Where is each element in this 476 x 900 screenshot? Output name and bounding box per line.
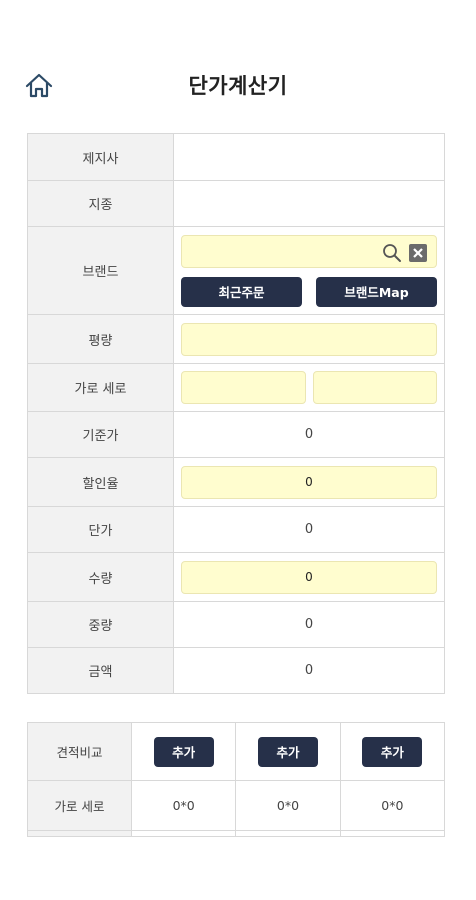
compare-col-1: 추가	[130, 722, 237, 781]
row-weight: 중량 0	[27, 601, 445, 648]
weight-value: 0	[173, 601, 445, 648]
recent-order-button[interactable]: 최근주문	[181, 276, 302, 307]
basis-weight-input[interactable]	[181, 322, 437, 356]
compare-size-label: 가로 세로	[27, 780, 132, 831]
compare-size-row: 가로 세로 0*0 0*0 0*0	[27, 780, 446, 831]
clear-icon[interactable]	[409, 243, 427, 262]
base-price-label: 기준가	[27, 411, 174, 458]
quote-comparison-table: 견적비교 추가 추가 추가 가로 세로 0*0 0*0 0*0	[27, 722, 446, 837]
brand-label: 브랜드	[27, 226, 174, 315]
row-quantity: 수량 0	[27, 552, 445, 602]
unit-price-label: 단가	[27, 506, 174, 553]
base-price-value: 0	[173, 411, 445, 458]
paper-company-value[interactable]	[173, 133, 445, 181]
header: 단가계산기	[0, 60, 476, 108]
row-base-price: 기준가 0	[27, 411, 445, 458]
basis-weight-cell	[173, 314, 445, 364]
row-basis-weight: 평량	[27, 314, 445, 364]
row-paper-type: 지종	[27, 180, 445, 227]
width-input[interactable]	[181, 371, 306, 404]
row-width-height: 가로 세로	[27, 363, 445, 412]
compare-size-value-3: 0*0	[339, 780, 446, 831]
brand-button-group: 최근주문 브랜드Map	[181, 276, 437, 307]
unit-price-value: 0	[173, 506, 445, 553]
compare-partial-label	[27, 830, 132, 837]
paper-company-label: 제지사	[27, 133, 174, 181]
compare-partial-cell-2	[235, 830, 341, 837]
brand-cell: 최근주문 브랜드Map	[173, 226, 445, 315]
add-button-2[interactable]: 추가	[257, 736, 318, 767]
page-title: 단가계산기	[188, 74, 288, 98]
compare-size-value-2: 0*0	[235, 780, 341, 831]
row-amount: 금액 0	[27, 647, 445, 694]
brand-input[interactable]	[181, 234, 437, 268]
add-button-3[interactable]: 추가	[362, 736, 423, 767]
discount-rate-label: 할인율	[27, 457, 174, 507]
row-unit-price: 단가 0	[27, 506, 445, 553]
row-discount-rate: 할인율 0	[27, 457, 445, 507]
quote-compare-label: 견적비교	[27, 722, 132, 781]
width-height-label: 가로 세로	[27, 363, 174, 412]
basis-weight-label: 평량	[27, 314, 174, 364]
search-icon[interactable]	[382, 243, 402, 263]
discount-rate-cell: 0	[173, 457, 445, 507]
weight-label: 중량	[27, 601, 174, 648]
add-button-1[interactable]: 추가	[153, 736, 214, 767]
row-brand: 브랜드 최근주문 브랜드Map	[27, 226, 445, 315]
compare-partial-cell-1	[130, 830, 237, 837]
compare-header-row: 견적비교 추가 추가 추가	[27, 722, 446, 781]
quantity-cell: 0	[173, 552, 445, 602]
height-input[interactable]	[312, 371, 437, 404]
amount-value: 0	[173, 647, 445, 694]
compare-col-3: 추가	[339, 722, 446, 781]
paper-type-label: 지종	[27, 180, 174, 227]
compare-size-value-1: 0*0	[130, 780, 237, 831]
brand-map-button[interactable]: 브랜드Map	[316, 276, 437, 307]
row-paper-company: 제지사	[27, 133, 445, 181]
discount-rate-input[interactable]: 0	[181, 465, 437, 499]
amount-label: 금액	[27, 647, 174, 694]
paper-type-value[interactable]	[173, 180, 445, 227]
quantity-label: 수량	[27, 552, 174, 602]
compare-col-2: 추가	[235, 722, 341, 781]
width-height-cell	[173, 363, 445, 412]
compare-partial-cell-3	[339, 830, 446, 837]
quantity-input[interactable]: 0	[181, 560, 437, 594]
compare-partial-row	[27, 830, 446, 837]
price-calculator-table: 제지사 지종 브랜드 최근주문 브랜드Map 평량 가로 세로 기준가 0 할인…	[27, 133, 445, 694]
width-height-inputs	[181, 371, 437, 404]
